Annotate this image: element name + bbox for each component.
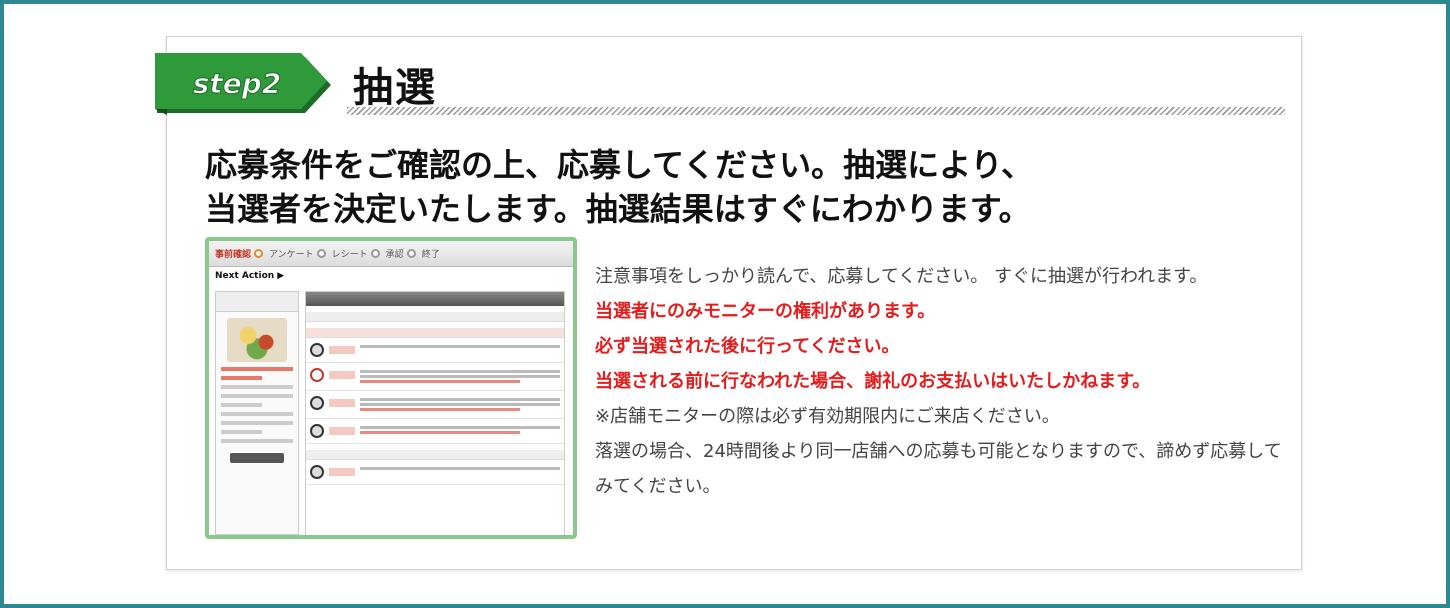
- title-underline: [347, 107, 1285, 115]
- notes-warning-3: 当選される前に行なわれた場合、謝礼のお支払いはいたしかねます。: [595, 371, 1151, 392]
- step-badge-tab: [155, 109, 167, 115]
- preview-line: [221, 439, 293, 443]
- prohibited-icon: [310, 368, 324, 382]
- preview-next-action-label: Next Action ▶: [215, 271, 285, 281]
- preview-line: [221, 421, 293, 425]
- preview-next-action: Next Action ▶: [215, 271, 284, 281]
- preview-line: [221, 367, 293, 371]
- preview-step-4: 承認: [386, 247, 416, 260]
- preview-line: [221, 430, 262, 434]
- preview-cancel-button: [230, 453, 284, 463]
- notes-warning-1: 当選者にのみモニターの権利があります。: [595, 301, 936, 322]
- required-icon: [310, 424, 324, 438]
- notes-reapply: 落選の場合、24時間後より同一店舗への応募も可能となりますので、諦めず応募してみ…: [595, 441, 1282, 497]
- preview-step-3: レシート: [332, 247, 380, 260]
- content-card: step2 抽選 応募条件をご確認の上、応募してください。抽選により、 当選者を…: [155, 36, 1302, 570]
- preview-step-2-label: アンケート: [269, 250, 314, 260]
- preview-line: [221, 403, 262, 407]
- preview-step-5: 終了: [422, 247, 440, 260]
- preview-shop-sidebar: [215, 291, 299, 535]
- preview-rule-tag: [329, 399, 355, 407]
- preview-step-4-label: 承認: [385, 250, 404, 260]
- preview-rule-text: [360, 396, 560, 413]
- notes-expiry: ※店舗モニターの際は必ず有効期限内にご来店ください。: [595, 406, 1060, 427]
- preview-shop-header: [216, 292, 298, 312]
- preview-step-3-label: レシート: [331, 250, 368, 260]
- preview-line: [221, 412, 293, 416]
- step-arrow-icon: [370, 249, 380, 258]
- preview-rule-text: [360, 343, 560, 350]
- step-arrow-icon: [254, 249, 264, 258]
- notes-text: 注意事項をしっかり読んで、応募してください。 すぐに抽選が行われます。 当選者に…: [595, 259, 1285, 504]
- preview-step-1-label: 事前確認: [215, 250, 252, 260]
- preview-rule-tag: [329, 371, 355, 379]
- notes-intro: 注意事項をしっかり読んで、応募してください。 すぐに抽選が行われます。: [595, 266, 1208, 287]
- preview-food-image: [227, 318, 287, 362]
- lead-text: 応募条件をご確認の上、応募してください。抽選により、 当選者を決定いたします。抽…: [205, 143, 1265, 231]
- preview-section: [306, 312, 564, 322]
- preview-rule-tag: [329, 427, 355, 435]
- lead-line-1: 応募条件をご確認の上、応募してください。抽選により、: [205, 146, 1034, 184]
- payment-icon: [310, 396, 324, 410]
- preview-rule-tag: [329, 468, 355, 476]
- preview-rule-text: [360, 368, 560, 385]
- preview-rule-tag: [329, 346, 355, 354]
- preview-step-bar: 事前確認 アンケート レシート 承認 終了: [209, 241, 573, 267]
- preview-step-5-label: 終了: [421, 250, 440, 260]
- step-arrow-icon: [316, 249, 326, 258]
- preview-rule-row: [306, 460, 564, 485]
- notes-warning-2: 必ず当選された後に行ってください。: [595, 336, 900, 357]
- preview-line: [221, 385, 293, 389]
- step-arrow-icon: [406, 249, 416, 258]
- preview-confirm-panel: [305, 291, 565, 535]
- application-screenshot-preview: 事前確認 アンケート レシート 承認 終了 Next Action ▶: [205, 237, 577, 539]
- info-icon: [310, 465, 324, 479]
- preview-section: [306, 450, 564, 460]
- step-badge-label: step2: [193, 67, 282, 100]
- preview-rule-row: [306, 363, 564, 391]
- preview-rule-row: [306, 338, 564, 363]
- preview-rule-row: [306, 391, 564, 419]
- preview-step-2: アンケート: [269, 247, 326, 260]
- preview-line: [221, 394, 293, 398]
- step-badge: step2: [155, 53, 331, 115]
- preview-rule-text: [360, 424, 560, 436]
- preview-rule-row: [306, 419, 564, 444]
- step-title: 抽選: [353, 65, 437, 111]
- lead-line-2: 当選者を決定いたします。抽選結果はすぐにわかります。: [205, 190, 1031, 228]
- dish-icon: [310, 343, 324, 357]
- preview-section-rules: [306, 328, 564, 338]
- preview-panel-header: [306, 292, 564, 306]
- outer-frame: step2 抽選 応募条件をご確認の上、応募してください。抽選により、 当選者を…: [0, 0, 1450, 608]
- preview-step-1: 事前確認: [215, 247, 264, 260]
- preview-rule-text: [360, 465, 560, 472]
- preview-line: [221, 376, 262, 380]
